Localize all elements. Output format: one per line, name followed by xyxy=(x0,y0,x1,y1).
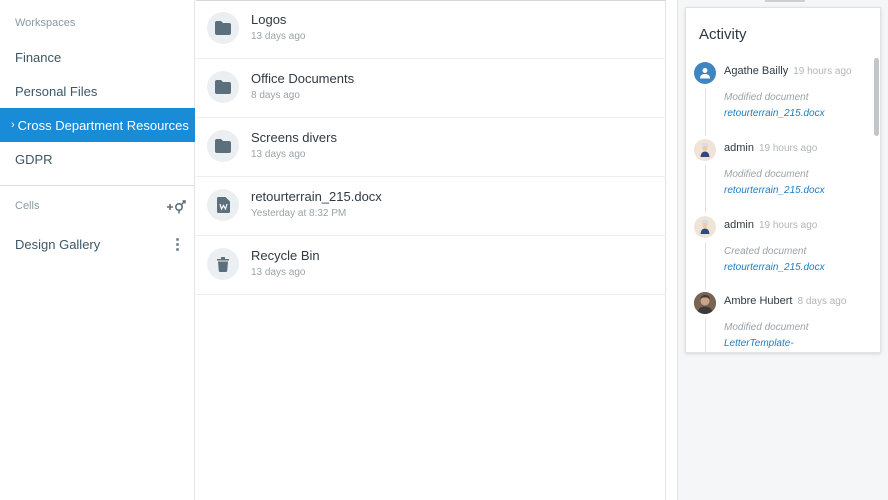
sidebar-item-label: GDPR xyxy=(15,151,53,167)
timeline-line xyxy=(705,88,706,136)
folder-icon xyxy=(207,12,239,44)
activity-action: Modified document xyxy=(724,169,809,180)
chevron-right-icon: › xyxy=(11,119,15,131)
activity-user-line: admin 19 hours ago xyxy=(724,219,817,231)
folder-icon xyxy=(207,71,239,103)
list-item[interactable]: Logos 13 days ago xyxy=(196,0,666,59)
activity-action: Modified document xyxy=(724,92,809,103)
cells-section-label: Cells xyxy=(15,200,40,212)
sidebar-item-label: Cross Department Resources xyxy=(17,117,189,133)
file-date: 13 days ago xyxy=(251,149,306,160)
admin-avatar xyxy=(694,139,716,161)
file-name: Recycle Bin xyxy=(251,248,320,263)
file-date: 13 days ago xyxy=(251,31,306,42)
activity-item: admin 19 hours ago Created document retou… xyxy=(686,216,872,293)
sidebar-item-label: Design Gallery xyxy=(15,236,101,252)
admin-avatar xyxy=(694,216,716,238)
activity-item: Ambre Hubert 8 days ago Modified document… xyxy=(686,292,872,352)
activity-user[interactable]: Ambre Hubert xyxy=(724,295,792,307)
activity-target-link[interactable]: retourterrain_215.docx xyxy=(724,262,825,273)
timeline-line xyxy=(705,318,706,352)
list-item[interactable]: Screens divers 13 days ago xyxy=(196,118,666,177)
sidebar-item-gdpr[interactable]: GDPR xyxy=(0,142,195,176)
sidebar-item-label: Finance xyxy=(15,49,62,65)
timeline-line xyxy=(705,242,706,290)
activity-item: admin 19 hours ago Modified document reto… xyxy=(686,139,872,216)
file-list: Logos 13 days ago Office Documents 8 day… xyxy=(196,0,666,500)
sidebar: Workspaces Finance Personal Files › Cros… xyxy=(0,0,195,500)
activity-user[interactable]: admin xyxy=(724,219,754,231)
activity-time: 19 hours ago xyxy=(758,143,818,154)
activity-user-line: admin 19 hours ago xyxy=(724,142,817,154)
file-date: 8 days ago xyxy=(251,90,300,101)
list-item[interactable]: retourterrain_215.docx Yesterday at 8:32… xyxy=(196,177,666,236)
timeline-line xyxy=(705,165,706,213)
file-name: Office Documents xyxy=(251,71,355,86)
sidebar-item-label: Personal Files xyxy=(15,83,98,99)
more-options-icon[interactable] xyxy=(170,235,184,253)
file-name: Logos xyxy=(251,12,287,27)
add-cell-icon[interactable] xyxy=(166,197,188,215)
sidebar-item-personal-files[interactable]: Personal Files xyxy=(0,74,195,108)
activity-action: Modified document xyxy=(724,322,809,333)
sidebar-item-finance[interactable]: Finance xyxy=(0,40,195,74)
trash-icon xyxy=(207,248,239,280)
activity-item: Agathe Bailly 19 hours ago Modified docum… xyxy=(686,62,872,139)
activity-user[interactable]: admin xyxy=(724,142,754,154)
file-name: Screens divers xyxy=(251,130,337,145)
file-date: Yesterday at 8:32 PM xyxy=(251,208,347,219)
photo-avatar xyxy=(694,292,716,314)
activity-time: 19 hours ago xyxy=(793,66,852,77)
file-name: retourterrain_215.docx xyxy=(251,189,382,204)
scrollbar-thumb[interactable] xyxy=(874,58,879,136)
activity-scrollbar[interactable] xyxy=(872,56,880,352)
list-item[interactable]: Office Documents 8 days ago xyxy=(196,59,666,118)
activity-user-line: Ambre Hubert 8 days ago xyxy=(724,295,846,307)
file-date: 13 days ago xyxy=(251,267,306,278)
panel-tab-indicator xyxy=(765,0,805,2)
workspaces-section-label: Workspaces xyxy=(15,17,76,29)
activity-user-line: Agathe Bailly 19 hours ago xyxy=(724,65,852,77)
word-document-icon xyxy=(207,189,239,221)
activity-target-link[interactable]: LetterTemplate- xyxy=(724,338,794,349)
user-silhouette-icon xyxy=(694,62,716,84)
sidebar-divider xyxy=(0,185,195,186)
sidebar-item-design-gallery[interactable]: Design Gallery xyxy=(0,227,195,261)
activity-time: 8 days ago xyxy=(797,296,847,307)
activity-card: Activity Agathe Bailly 19 hours ago Modif… xyxy=(685,7,881,353)
activity-action: Created document xyxy=(724,246,807,257)
activity-time: 19 hours ago xyxy=(758,220,818,231)
folder-icon xyxy=(207,130,239,162)
activity-target-link[interactable]: retourterrain_215.docx xyxy=(724,185,825,196)
activity-target-link[interactable]: retourterrain_215.docx xyxy=(724,108,825,119)
sidebar-item-cross-department-resources[interactable]: › Cross Department Resources xyxy=(0,108,195,142)
activity-title: Activity xyxy=(699,26,747,43)
list-item[interactable]: Recycle Bin 13 days ago xyxy=(196,236,666,295)
activity-user[interactable]: Agathe Bailly xyxy=(724,65,788,77)
